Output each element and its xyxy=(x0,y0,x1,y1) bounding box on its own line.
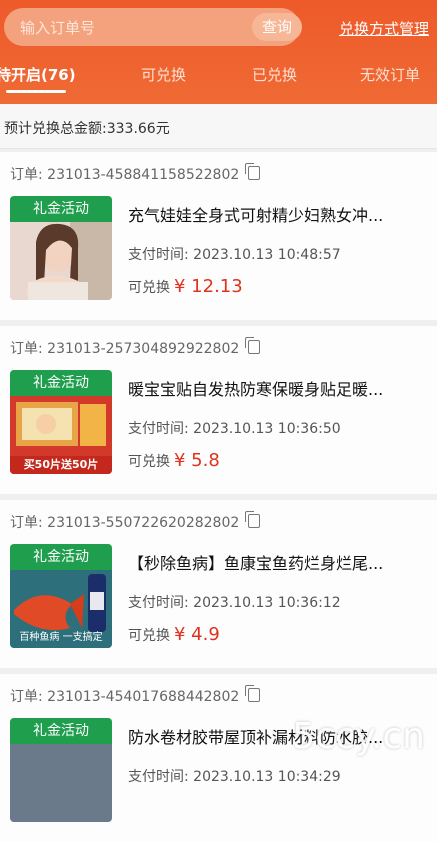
search-button[interactable]: 查询 xyxy=(252,13,302,41)
order-id: 订单: 231013-458841158522802 xyxy=(10,163,260,184)
site-watermark: 5ccy.cn xyxy=(292,716,425,757)
order-id-value: 231013-454017688442802 xyxy=(47,689,240,705)
redeem-amount-label: 可兑换 xyxy=(128,280,170,296)
tab-redeemed[interactable]: 已兑换 xyxy=(252,64,297,85)
estimated-total: 预计兑换总金额:333.66元 xyxy=(4,118,170,138)
redeem-amount-value: ¥ 5.8 xyxy=(174,450,220,471)
tab-bar: 待开启(76) 可兑换 已兑换 无效订单 xyxy=(0,64,437,98)
product-image xyxy=(10,744,112,822)
header-bar: 查询 兑换方式管理 待开启(76) 可兑换 已兑换 无效订单 xyxy=(0,0,437,104)
order-id-label: 订单: xyxy=(10,167,43,183)
order-id-label: 订单: xyxy=(10,689,43,705)
promo-badge: 礼金活动 xyxy=(10,196,112,222)
redeem-amount: 可兑换 ¥ 4.9 xyxy=(128,624,220,645)
search-box: 查询 xyxy=(4,8,302,48)
copy-icon[interactable] xyxy=(244,685,260,702)
product-title[interactable]: 【秒除鱼病】鱼康宝鱼药烂身烂尾... xyxy=(128,550,418,574)
copy-icon[interactable] xyxy=(244,511,260,528)
copy-icon[interactable] xyxy=(244,163,260,180)
tab-pending[interactable]: 待开启(76) xyxy=(0,64,76,93)
order-id-label: 订单: xyxy=(10,515,43,531)
order-card[interactable]: 订单: 231013-257304892922802 礼金活动 买50片送50片… xyxy=(0,326,437,494)
tab-invalid[interactable]: 无效订单 xyxy=(360,64,420,85)
promo-badge: 礼金活动 xyxy=(10,544,112,570)
product-caption: 百种鱼病 一支搞定 xyxy=(19,632,103,643)
estimated-total-label: 预计兑换总金额: xyxy=(4,121,107,137)
order-id-value: 231013-257304892922802 xyxy=(47,341,240,357)
redeem-amount: 可兑换 ¥ 5.8 xyxy=(128,450,220,471)
product-promo-text: 买50片送50片 xyxy=(10,456,112,474)
pay-time-label: 支付时间: xyxy=(128,247,189,263)
redeem-amount: 可兑换 ¥ 12.13 xyxy=(128,276,243,297)
tab-redeemable[interactable]: 可兑换 xyxy=(141,64,186,85)
product-thumbnail[interactable]: 礼金活动 百种鱼病 一支搞定 xyxy=(10,544,112,648)
promo-badge: 礼金活动 xyxy=(10,718,112,744)
order-id-value: 231013-458841158522802 xyxy=(47,167,240,183)
promo-badge: 礼金活动 xyxy=(10,370,112,396)
product-thumbnail[interactable]: 礼金活动 xyxy=(10,196,112,300)
product-title[interactable]: 暖宝宝贴自发热防寒保暖身贴足暖... xyxy=(128,376,418,400)
estimated-total-value: 333.66元 xyxy=(106,121,170,137)
search-input[interactable] xyxy=(18,8,232,48)
redeem-amount-label: 可兑换 xyxy=(128,628,170,644)
pay-time-value: 2023.10.13 10:36:12 xyxy=(193,595,341,611)
order-id-value: 231013-550722620282802 xyxy=(47,515,240,531)
pay-time: 支付时间: 2023.10.13 10:36:12 xyxy=(128,592,341,612)
product-title[interactable]: 充气娃娃全身式可射精少妇熟女冲... xyxy=(128,202,418,226)
pay-time: 支付时间: 2023.10.13 10:36:50 xyxy=(128,418,341,438)
product-thumbnail[interactable]: 礼金活动 xyxy=(10,718,112,822)
pay-time: 支付时间: 2023.10.13 10:34:29 xyxy=(128,766,341,786)
pay-time-label: 支付时间: xyxy=(128,421,189,437)
order-id-label: 订单: xyxy=(10,341,43,357)
pay-time-label: 支付时间: xyxy=(128,769,189,785)
order-card[interactable]: 订单: 231013-454017688442802 礼金活动 防水卷材胶带屋顶… xyxy=(0,674,437,842)
redeem-amount-label: 可兑换 xyxy=(128,454,170,470)
order-id: 订单: 231013-454017688442802 xyxy=(10,685,260,706)
order-card[interactable]: 订单: 231013-550722620282802 礼金活动 百种鱼病 一支搞… xyxy=(0,500,437,668)
summary-bar: 预计兑换总金额:333.66元 xyxy=(0,104,437,149)
pay-time-value: 2023.10.13 10:36:50 xyxy=(193,421,341,437)
product-image xyxy=(10,222,112,300)
exchange-method-manage-link[interactable]: 兑换方式管理 xyxy=(339,18,429,39)
pay-time-value: 2023.10.13 10:48:57 xyxy=(193,247,341,263)
product-thumbnail[interactable]: 礼金活动 买50片送50片 xyxy=(10,370,112,474)
pay-time-label: 支付时间: xyxy=(128,595,189,611)
order-id: 订单: 231013-257304892922802 xyxy=(10,337,260,358)
order-card[interactable]: 订单: 231013-458841158522802 礼金活动 充气娃娃全身式可… xyxy=(0,152,437,320)
redeem-amount-value: ¥ 12.13 xyxy=(174,276,243,297)
pay-time-value: 2023.10.13 10:34:29 xyxy=(193,769,341,785)
copy-icon[interactable] xyxy=(244,337,260,354)
order-id: 订单: 231013-550722620282802 xyxy=(10,511,260,532)
redeem-amount-value: ¥ 4.9 xyxy=(174,624,220,645)
pay-time: 支付时间: 2023.10.13 10:48:57 xyxy=(128,244,341,264)
